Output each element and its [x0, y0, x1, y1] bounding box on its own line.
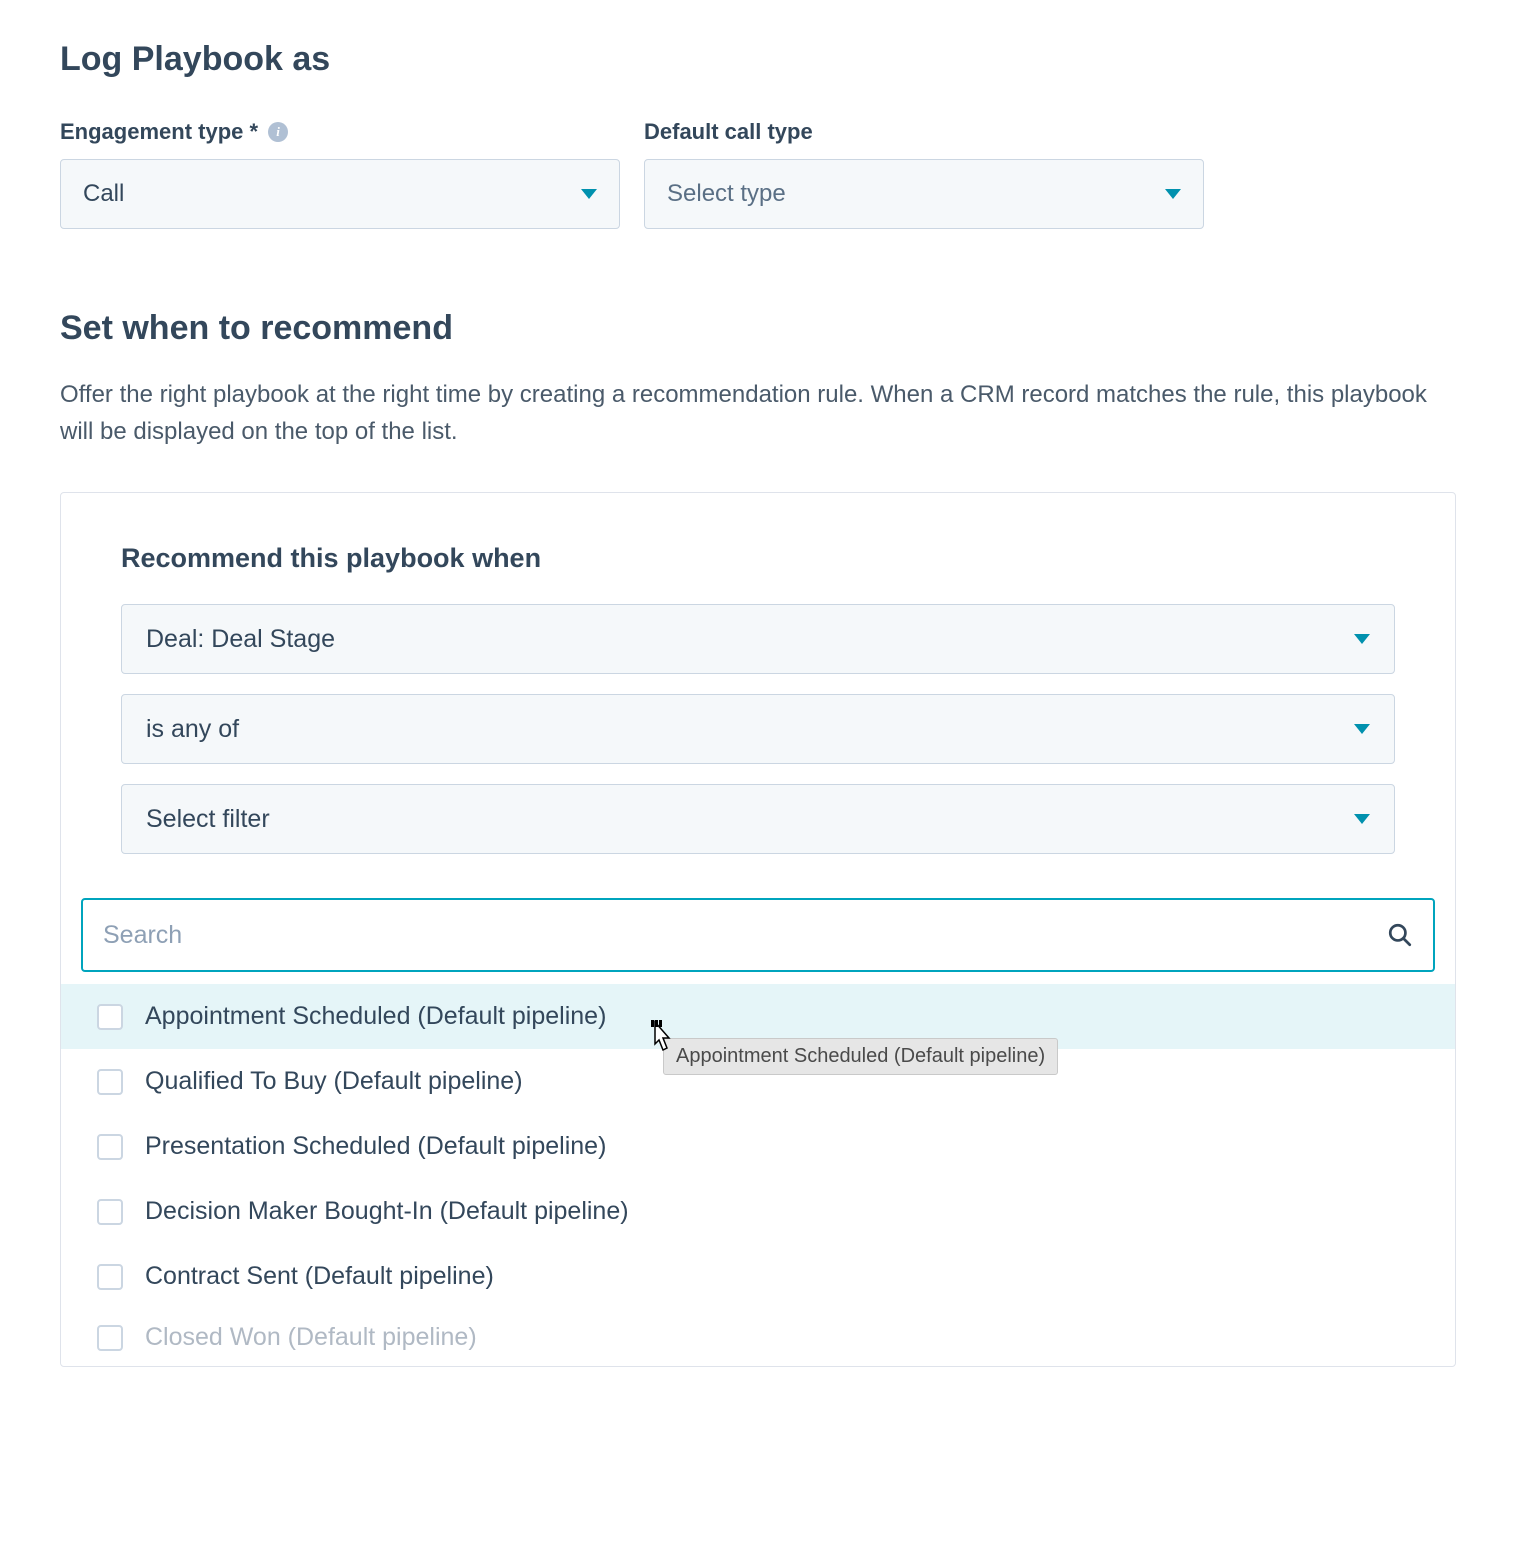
checkbox[interactable]	[97, 1199, 123, 1225]
default-call-type-placeholder: Select type	[667, 180, 786, 208]
filter-dropdown-panel: Appointment Scheduled (Default pipeline)…	[61, 874, 1455, 1366]
list-item[interactable]: Contract Sent (Default pipeline)	[61, 1244, 1455, 1309]
chevron-down-icon	[581, 189, 597, 199]
option-label: Presentation Scheduled (Default pipeline…	[145, 1132, 606, 1161]
option-label: Closed Won (Default pipeline)	[145, 1323, 477, 1352]
operator-select[interactable]: is any of	[121, 694, 1395, 764]
default-call-type-label-text: Default call type	[644, 119, 813, 145]
default-call-type-group: Default call type Select type	[644, 119, 1204, 229]
recommendation-rule-box: Recommend this playbook when Deal: Deal …	[60, 492, 1456, 1367]
option-label: Decision Maker Bought-In (Default pipeli…	[145, 1197, 629, 1226]
engagement-type-label-text: Engagement type *	[60, 119, 258, 145]
property-select[interactable]: Deal: Deal Stage	[121, 604, 1395, 674]
checkbox[interactable]	[97, 1069, 123, 1095]
filter-options-list: Appointment Scheduled (Default pipeline)…	[61, 984, 1455, 1366]
search-input[interactable]	[103, 921, 1387, 950]
log-playbook-form-row: Engagement type * i Call Default call ty…	[60, 119, 1456, 229]
option-label: Contract Sent (Default pipeline)	[145, 1262, 494, 1291]
list-item[interactable]: Presentation Scheduled (Default pipeline…	[61, 1114, 1455, 1179]
log-playbook-title: Log Playbook as	[60, 40, 1456, 79]
option-label: Appointment Scheduled (Default pipeline)	[145, 1002, 606, 1031]
chevron-down-icon	[1354, 724, 1370, 734]
engagement-type-group: Engagement type * i Call	[60, 119, 620, 229]
checkbox[interactable]	[97, 1264, 123, 1290]
list-item[interactable]: Decision Maker Bought-In (Default pipeli…	[61, 1179, 1455, 1244]
search-box[interactable]	[81, 898, 1435, 972]
rule-title: Recommend this playbook when	[121, 543, 1395, 574]
engagement-type-value: Call	[83, 180, 124, 208]
list-item[interactable]: Closed Won (Default pipeline)	[61, 1309, 1455, 1358]
tooltip: Appointment Scheduled (Default pipeline)	[663, 1038, 1058, 1075]
checkbox[interactable]	[97, 1004, 123, 1030]
default-call-type-label: Default call type	[644, 119, 1204, 145]
chevron-down-icon	[1354, 814, 1370, 824]
filter-select-placeholder: Select filter	[146, 805, 270, 834]
filter-select[interactable]: Select filter	[121, 784, 1395, 854]
option-label: Qualified To Buy (Default pipeline)	[145, 1067, 523, 1096]
info-icon[interactable]: i	[268, 122, 288, 142]
checkbox[interactable]	[97, 1325, 123, 1351]
search-wrap	[61, 874, 1455, 984]
chevron-down-icon	[1165, 189, 1181, 199]
default-call-type-select[interactable]: Select type	[644, 159, 1204, 229]
property-select-value: Deal: Deal Stage	[146, 625, 335, 654]
search-icon	[1387, 922, 1413, 948]
checkbox[interactable]	[97, 1134, 123, 1160]
recommend-description: Offer the right playbook at the right ti…	[60, 376, 1456, 450]
recommend-title: Set when to recommend	[60, 309, 1456, 348]
engagement-type-label: Engagement type * i	[60, 119, 620, 145]
engagement-type-select[interactable]: Call	[60, 159, 620, 229]
list-item[interactable]: Appointment Scheduled (Default pipeline)…	[61, 984, 1455, 1049]
operator-select-value: is any of	[146, 715, 239, 744]
chevron-down-icon	[1354, 634, 1370, 644]
